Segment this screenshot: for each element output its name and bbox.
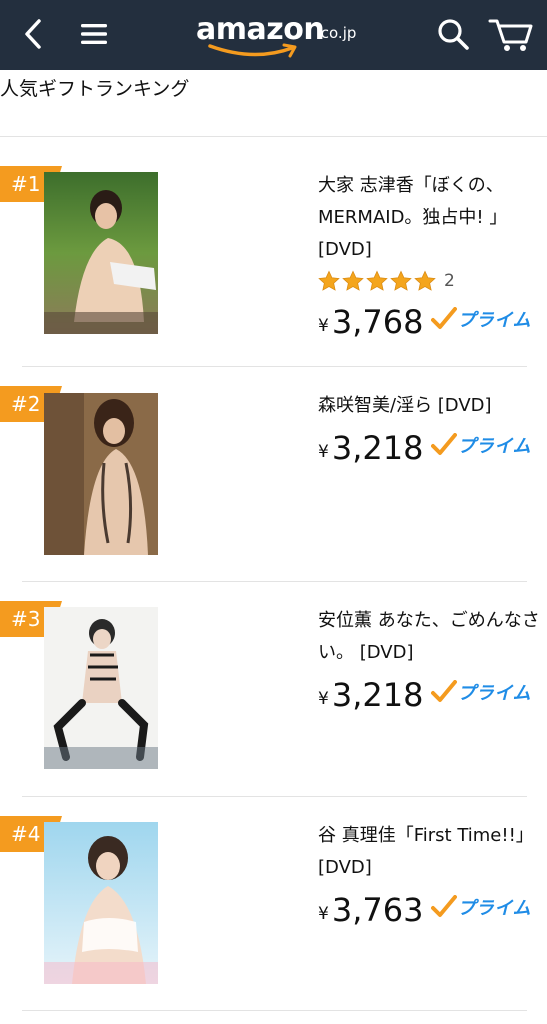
product-title[interactable]: 森咲智美/淫ら [DVD]: [318, 390, 540, 422]
page-title: 人気ギフトランキング: [0, 78, 190, 100]
divider: [0, 136, 547, 137]
product-title[interactable]: 谷 真理佳「First Time!!」 [DVD]: [318, 820, 540, 884]
rating-count: 2: [444, 271, 455, 291]
price-row: ¥ 3,218 プライム: [318, 669, 540, 715]
prime-label: プライム: [457, 436, 532, 457]
prime-check-icon: [431, 680, 458, 702]
prime-badge: プライム: [431, 679, 531, 715]
prime-badge: プライム: [431, 432, 531, 468]
star-icon: [318, 270, 340, 291]
top-navigation-bar: amazon .co.jp: [0, 0, 547, 70]
product-image[interactable]: [44, 393, 158, 555]
star-icon: [414, 270, 436, 291]
prime-check-icon: [431, 895, 458, 917]
product-title[interactable]: 大家 志津香「ぼくの、MERMAID。独占中! 」[DVD]: [318, 170, 540, 266]
product-image[interactable]: [44, 822, 158, 984]
cart-icon[interactable]: [488, 15, 534, 53]
product-image[interactable]: [44, 172, 158, 334]
prime-label: プライム: [457, 683, 532, 704]
star-rating[interactable]: 2: [318, 266, 540, 296]
divider: [22, 581, 527, 582]
price: 3,218: [331, 429, 424, 467]
prime-check-icon: [431, 433, 458, 455]
logo-domain: .co.jp: [316, 24, 357, 42]
price: 3,763: [331, 891, 424, 929]
prime-badge: プライム: [431, 894, 531, 930]
currency-symbol: ¥: [318, 689, 329, 709]
hamburger-menu-icon[interactable]: [80, 20, 108, 48]
currency-symbol: ¥: [318, 442, 329, 462]
price-row: ¥ 3,763 プライム: [318, 884, 540, 930]
search-icon[interactable]: [436, 17, 470, 51]
product-image[interactable]: [44, 607, 158, 769]
price-row: ¥ 3,768 プライム: [318, 296, 540, 342]
prime-badge: プライム: [431, 306, 531, 342]
prime-check-icon: [431, 307, 458, 329]
divider: [22, 796, 527, 797]
amazon-logo[interactable]: amazon .co.jp: [196, 8, 366, 62]
prime-label: プライム: [457, 898, 532, 919]
divider: [22, 1010, 527, 1011]
price-row: ¥ 3,218 プライム: [318, 422, 540, 468]
currency-symbol: ¥: [318, 316, 329, 336]
star-icon: [366, 270, 388, 291]
currency-symbol: ¥: [318, 904, 329, 924]
price: 3,768: [331, 303, 424, 341]
product-title[interactable]: 安位薫 あなた、ごめんなさい。 [DVD]: [318, 605, 540, 669]
star-icon: [342, 270, 364, 291]
price: 3,218: [331, 676, 424, 714]
chevron-left-icon[interactable]: [22, 18, 44, 50]
divider: [22, 366, 527, 367]
star-icon: [390, 270, 412, 291]
logo-smile-icon: [208, 43, 297, 58]
prime-label: プライム: [457, 310, 532, 331]
